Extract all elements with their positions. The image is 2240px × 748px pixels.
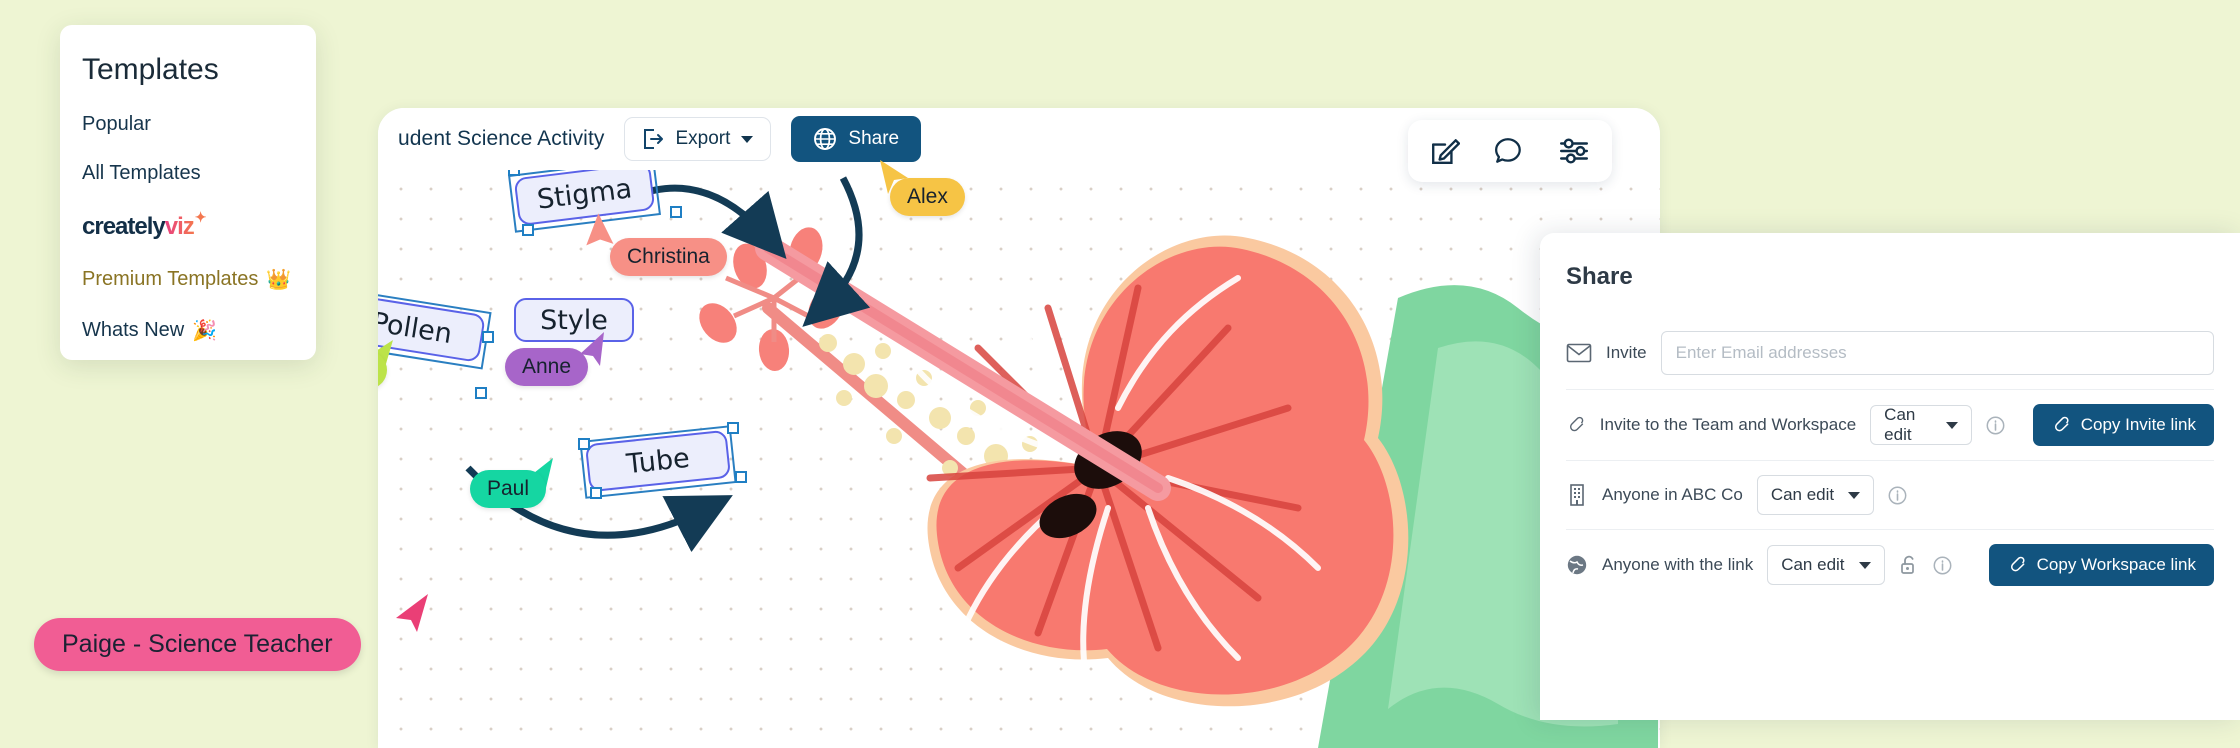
share-team-label: Invite to the Team and Workspace: [1599, 415, 1857, 434]
templates-item-label: Popular: [82, 113, 151, 135]
invite-email-input[interactable]: [1660, 331, 2214, 375]
link-icon: [2054, 416, 2069, 432]
cursor-paige: [396, 594, 428, 632]
share-button[interactable]: Share: [791, 116, 922, 162]
link-icon: [2010, 556, 2025, 572]
invite-label: Invite: [1606, 343, 1647, 362]
link-icon: [1569, 416, 1584, 432]
comment-icon[interactable]: [1494, 136, 1524, 166]
edit-icon[interactable]: [1430, 136, 1460, 166]
resize-handle[interactable]: [670, 206, 682, 218]
resize-handle[interactable]: [727, 422, 739, 434]
document-title: udent Science Activity: [398, 127, 605, 150]
envelope-icon: [1566, 343, 1592, 363]
collaborator-tag-paul: Paul: [470, 470, 547, 508]
settings-sliders-icon[interactable]: [1558, 136, 1590, 166]
share-panel-title: Share: [1566, 263, 1633, 290]
share-org-permission-select[interactable]: Can edit: [1756, 475, 1875, 515]
chevron-down-icon: [741, 135, 754, 143]
collaborator-tag-alex: Alex: [890, 178, 965, 216]
creately-wordmark: creately: [82, 213, 166, 240]
collaborator-tag-anne: Anne: [505, 348, 589, 386]
globe-icon: [814, 128, 837, 150]
crown-icon: 👑: [266, 269, 292, 291]
canvas-action-toolbar: [1408, 120, 1612, 182]
info-icon[interactable]: [1888, 486, 1907, 505]
permission-value: Can edit: [1884, 405, 1916, 444]
resize-handle[interactable]: [590, 487, 602, 499]
templates-item-whats-new[interactable]: Whats New 🎉: [82, 318, 316, 343]
share-label: Share: [848, 128, 900, 149]
resize-handle[interactable]: [522, 224, 534, 236]
share-org-label: Anyone in ABC Co: [1602, 485, 1743, 504]
templates-item-label: Premium Templates: [82, 268, 259, 290]
collaborator-name: Paul: [487, 477, 530, 500]
share-panel: Share Invite Invite to the Team and Work…: [1540, 233, 2240, 720]
chevron-down-icon: [1858, 561, 1871, 569]
copy-workspace-link-button[interactable]: Copy Workspace link: [1988, 544, 2214, 586]
share-public-row: Anyone with the link Can edit Copy Works…: [1566, 529, 2214, 600]
resize-handle[interactable]: [735, 471, 747, 483]
floating-user-badge: Paige - Science Teacher: [34, 618, 361, 671]
share-team-row: Invite to the Team and Workspace Can edi…: [1566, 389, 2214, 460]
permission-value: Can edit: [1781, 555, 1845, 574]
viz-wordmark: viz: [164, 213, 195, 240]
export-label: Export: [675, 128, 731, 149]
copy-invite-link-label: Copy Invite link: [2080, 415, 2196, 434]
copy-workspace-link-label: Copy Workspace link: [2036, 555, 2196, 574]
templates-panel: Templates Popular All Templates creately…: [60, 25, 316, 360]
templates-item-popular[interactable]: Popular: [82, 113, 316, 136]
party-popper-icon: 🎉: [192, 320, 218, 342]
floating-user-badge-label: Paige - Science Teacher: [62, 630, 333, 658]
templates-item-label: Whats New: [82, 319, 185, 341]
share-team-permission-select[interactable]: Can edit: [1870, 405, 1972, 445]
collaborator-name: Christina: [627, 245, 710, 268]
collaborator-name: Alex: [907, 185, 948, 208]
resize-handle[interactable]: [578, 438, 590, 450]
info-icon[interactable]: [1986, 416, 2005, 435]
templates-item-premium-templates[interactable]: Premium Templates 👑: [82, 267, 316, 292]
permission-value: Can edit: [1770, 485, 1835, 504]
templates-panel-title: Templates: [82, 53, 219, 86]
export-button[interactable]: Export: [624, 117, 772, 161]
globe-icon: [1567, 555, 1587, 575]
resize-handle[interactable]: [475, 387, 487, 399]
unlock-icon[interactable]: [1899, 554, 1919, 576]
sparkle-icon: ✦: [194, 209, 207, 225]
templates-item-label: All Templates: [82, 162, 201, 184]
resize-handle[interactable]: [482, 331, 494, 343]
canvas-card: Petal Stigma Style Pollen Tube Alex Chri…: [378, 108, 1660, 748]
share-org-row: Anyone in ABC Co Can edit: [1566, 460, 2214, 529]
collaborator-tag-christina: Christina: [610, 238, 727, 276]
info-icon[interactable]: [1933, 556, 1952, 575]
share-public-permission-select[interactable]: Can edit: [1767, 545, 1885, 585]
chevron-down-icon: [1848, 491, 1861, 499]
export-icon: [644, 129, 664, 149]
collaborator-name: Anne: [522, 355, 572, 378]
copy-invite-link-button[interactable]: Copy Invite link: [2032, 404, 2214, 446]
chevron-down-icon: [1945, 421, 1958, 429]
building-icon: [1570, 484, 1584, 506]
templates-item-all-templates[interactable]: All Templates: [82, 162, 316, 185]
creately-viz-logo[interactable]: creately viz ✦: [82, 209, 316, 241]
share-public-label: Anyone with the link: [1602, 555, 1754, 574]
node-style[interactable]: Style: [514, 298, 634, 342]
share-invite-row: Invite: [1566, 317, 2214, 389]
